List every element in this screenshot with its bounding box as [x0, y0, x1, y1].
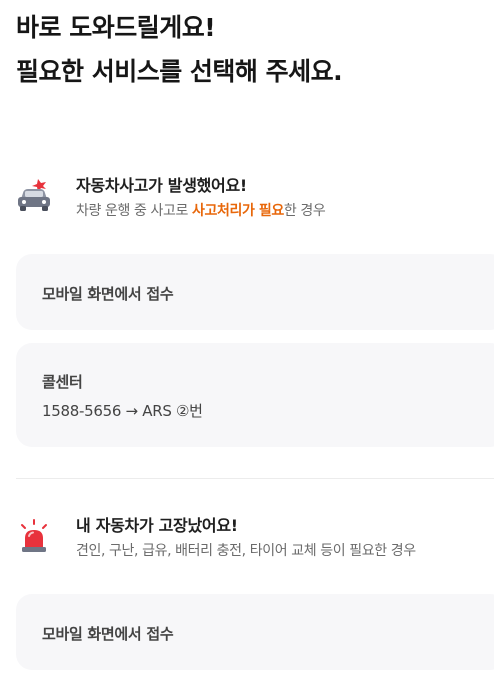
accident-desc-prefix: 차량 운행 중 사고로 — [76, 203, 193, 219]
accident-desc-highlight: 사고처리가 필요 — [192, 203, 284, 219]
callcenter-label: 콜센터 — [42, 373, 83, 391]
section-divider — [16, 478, 494, 479]
accident-mobile-button[interactable]: 모바일 화면에서 접수 — [16, 254, 494, 330]
accident-mobile-label: 모바일 화면에서 접수 — [42, 285, 174, 303]
page-title-line2: 필요한 서비스를 선택해 주세요. — [16, 57, 343, 86]
accident-heading: 자동차사고가 발생했어요! — [76, 176, 247, 195]
accident-section-header: 자동차사고가 발생했어요! 차량 운행 중 사고로 사고처리가 필요한 경우 — [16, 172, 494, 222]
breakdown-section-header: 내 자동차가 고장났어요! 견인, 구난, 급유, 배터리 충전, 타이어 교체… — [16, 512, 494, 562]
breakdown-mobile-button[interactable]: 모바일 화면에서 접수 — [16, 594, 494, 670]
accident-description: 차량 운행 중 사고로 사고처리가 필요한 경우 — [76, 200, 326, 220]
car-accident-icon — [16, 178, 52, 214]
emergency-siren-icon — [16, 518, 52, 554]
breakdown-mobile-label: 모바일 화면에서 접수 — [42, 625, 174, 643]
breakdown-heading: 내 자동차가 고장났어요! — [76, 516, 238, 535]
page-title: 바로 도와드릴게요! 필요한 서비스를 선택해 주세요. — [16, 6, 343, 94]
callcenter-number: 1588-5656 → ARS ②번 — [42, 402, 203, 420]
page-title-line1: 바로 도와드릴게요! — [16, 13, 216, 42]
accident-callcenter-button[interactable]: 콜센터 1588-5656 → ARS ②번 — [16, 343, 494, 447]
accident-desc-suffix: 한 경우 — [283, 203, 326, 219]
breakdown-description: 견인, 구난, 급유, 배터리 충전, 타이어 교체 등이 필요한 경우 — [76, 543, 416, 559]
